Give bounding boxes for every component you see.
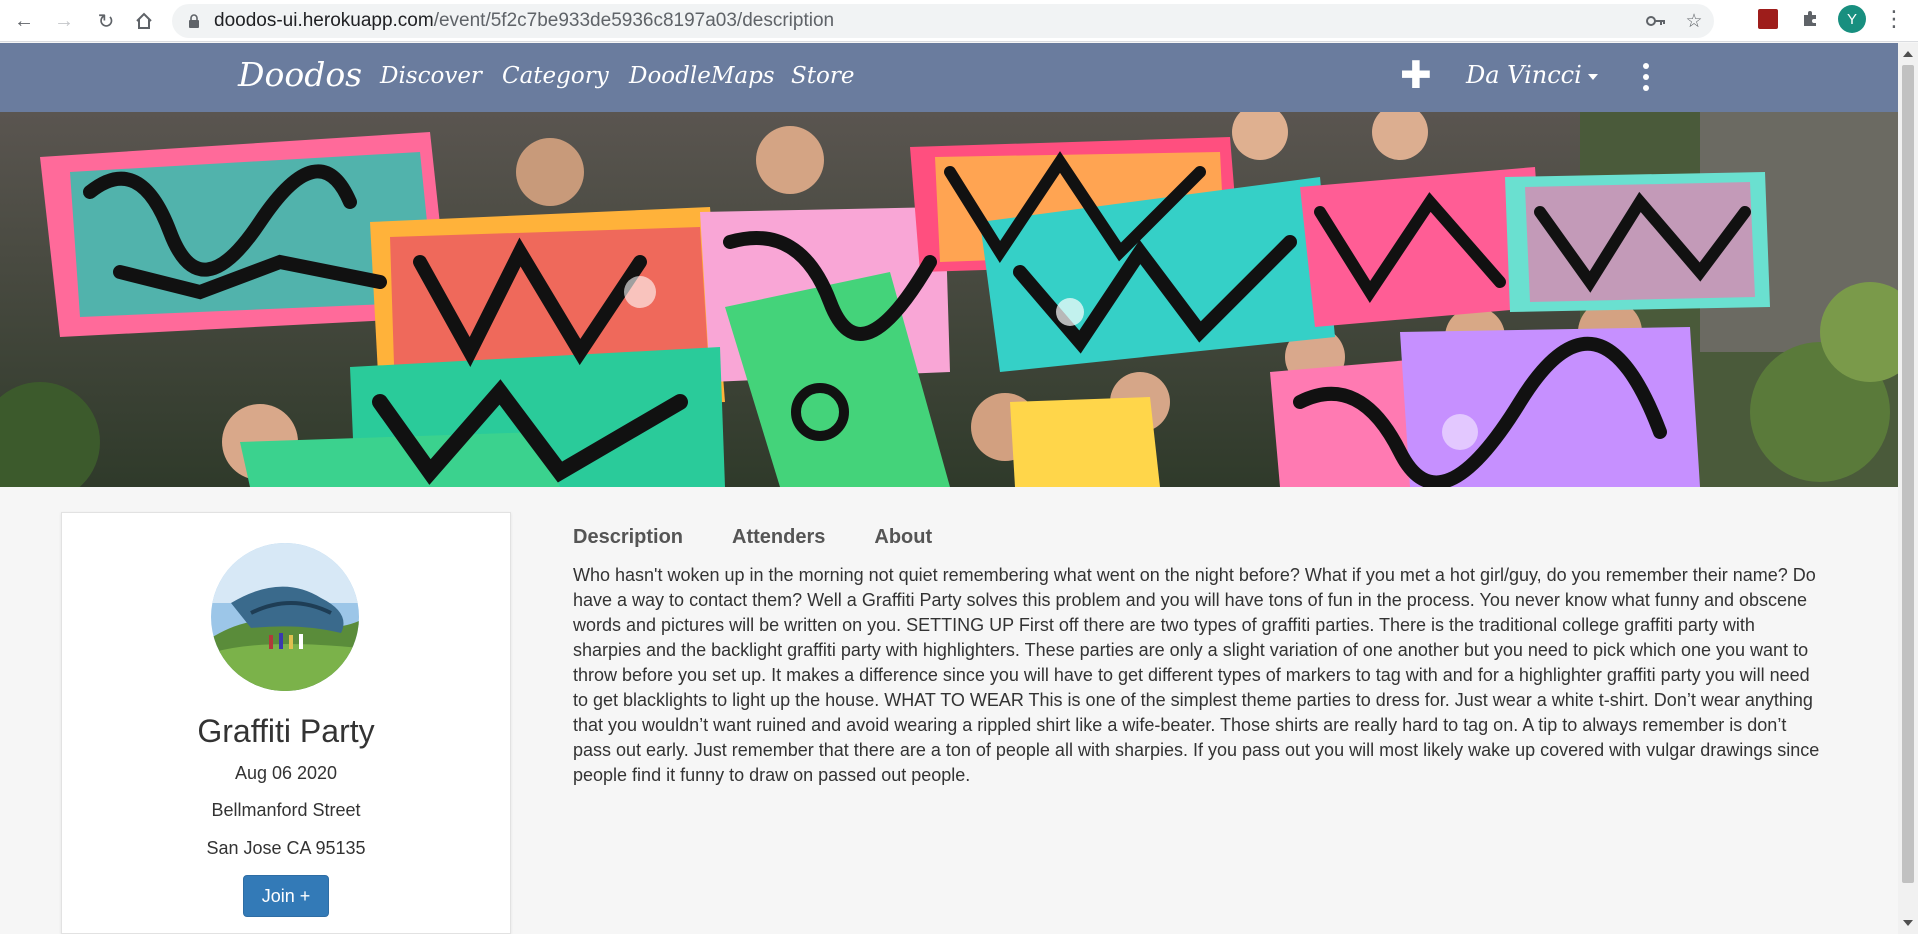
brand-logo[interactable]: Doodos: [238, 55, 362, 94]
event-avatar: [211, 543, 359, 691]
profile-avatar[interactable]: Y: [1838, 5, 1866, 33]
user-name: Da Vincci: [1466, 61, 1582, 89]
extensions-puzzle-icon[interactable]: [1796, 5, 1824, 33]
tab-about[interactable]: About: [874, 526, 932, 549]
nav-doodlemaps[interactable]: DoodleMaps: [629, 63, 775, 89]
user-dropdown[interactable]: Da Vincci: [1466, 61, 1598, 89]
star-icon[interactable]: ☆: [1682, 9, 1706, 33]
more-options-icon[interactable]: [1640, 63, 1652, 91]
event-title: Graffiti Party: [197, 713, 375, 749]
reload-icon[interactable]: ↻: [88, 3, 124, 39]
browser-toolbar: ← → ↻ doodos-ui.herokuapp.com/event/5f2c…: [0, 0, 1918, 42]
home-icon[interactable]: [126, 3, 162, 39]
tab-attenders[interactable]: Attenders: [732, 526, 825, 549]
app-navbar: Doodos Discover Category DoodleMaps Stor…: [0, 43, 1898, 112]
nav-discover[interactable]: Discover: [380, 63, 482, 89]
back-arrow-icon[interactable]: ←: [6, 3, 42, 39]
scroll-up-arrow-icon[interactable]: [1903, 51, 1913, 57]
scroll-down-arrow-icon[interactable]: [1903, 920, 1913, 926]
page-scrollbar[interactable]: [1898, 43, 1918, 934]
caret-down-icon: [1587, 74, 1598, 80]
event-city: San Jose CA 95135: [206, 838, 366, 858]
lock-icon: [188, 14, 200, 28]
event-tabs: Description Attenders About: [573, 526, 932, 549]
nav-category[interactable]: Category: [502, 63, 609, 89]
key-icon[interactable]: [1644, 9, 1668, 33]
nav-store[interactable]: Store: [791, 63, 854, 89]
pdf-extension-icon[interactable]: [1754, 5, 1782, 33]
url-text: doodos-ui.herokuapp.com/event/5f2c7be933…: [214, 10, 835, 31]
scrollbar-thumb[interactable]: [1902, 65, 1914, 883]
event-banner-image: [0, 112, 1898, 487]
event-street: Bellmanford Street: [211, 800, 361, 820]
event-date: Aug 06 2020: [234, 763, 338, 783]
address-bar[interactable]: doodos-ui.herokuapp.com/event/5f2c7be933…: [172, 4, 1714, 38]
plus-icon[interactable]: ✚: [1400, 53, 1432, 98]
event-description: Who hasn't woken up in the morning not q…: [573, 565, 1820, 785]
forward-arrow-icon[interactable]: →: [46, 3, 82, 39]
tab-description[interactable]: Description: [573, 526, 683, 549]
browser-menu-icon[interactable]: ⋮: [1880, 5, 1908, 33]
event-info-card: Graffiti Party Aug 06 2020 Bellmanford S…: [61, 512, 511, 934]
join-button[interactable]: Join +: [243, 875, 329, 917]
